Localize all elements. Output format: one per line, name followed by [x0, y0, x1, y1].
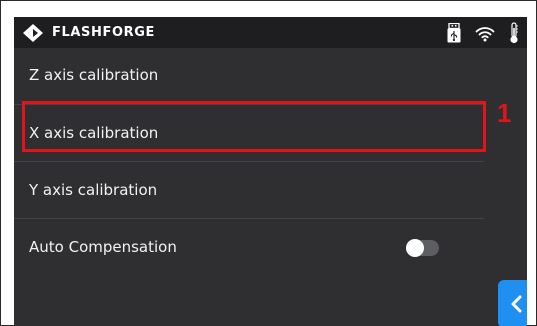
menu-item-label: Y axis calibration: [29, 181, 158, 199]
highlight-box: [22, 101, 486, 152]
menu-item-auto-compensation[interactable]: Auto Compensation: [14, 219, 484, 276]
status-icons: [433, 22, 519, 44]
menu-item-z-axis-calibration[interactable]: Z axis calibration: [14, 48, 484, 105]
wifi-icon: [475, 26, 495, 41]
brand: FLASHFORGE: [22, 23, 155, 43]
printer-touchscreen: FLASHFORGE Z axis calibration X axis cal…: [14, 17, 527, 326]
menu-item-label: Z axis calibration: [29, 66, 159, 84]
menu-item-y-axis-calibration[interactable]: Y axis calibration: [14, 162, 484, 219]
calibration-menu: Z axis calibration X axis calibration Y …: [14, 48, 484, 276]
thermometer-icon: [510, 22, 518, 44]
status-bar: FLASHFORGE: [14, 17, 527, 48]
brand-name: FLASHFORGE: [52, 25, 155, 40]
chevron-left-icon: [511, 295, 522, 313]
flashforge-logo-icon: [23, 24, 43, 42]
menu-item-label: Auto Compensation: [29, 238, 177, 256]
step-number: 1: [497, 98, 512, 128]
usb-drive-icon: [447, 23, 461, 43]
toggle-knob: [406, 239, 424, 257]
auto-compensation-toggle[interactable]: [406, 239, 439, 257]
back-button[interactable]: [498, 280, 527, 326]
